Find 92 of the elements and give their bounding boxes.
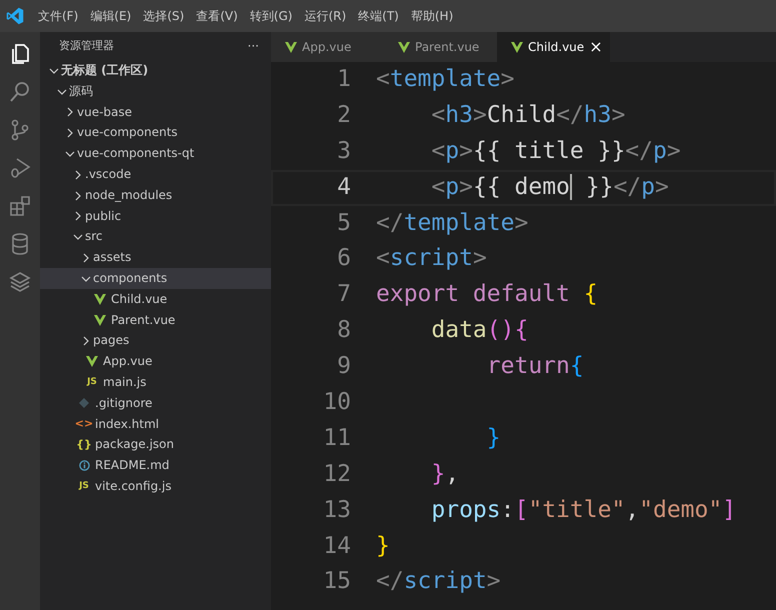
chevron-icon xyxy=(81,274,91,284)
menu-item[interactable]: 终端(T) xyxy=(352,7,405,25)
menu-item[interactable]: 帮助(H) xyxy=(404,7,460,25)
line-number: 14 xyxy=(322,532,351,561)
js-file-icon: JS xyxy=(77,476,91,498)
line-number: 1 xyxy=(336,65,351,94)
tree-item[interactable]: vue-components-qt xyxy=(40,143,271,164)
vue-file-icon xyxy=(93,294,107,305)
tree-item[interactable]: pages xyxy=(40,330,271,352)
code-line: <h3>Child</h3> xyxy=(430,100,626,130)
line-number: 3 xyxy=(336,136,351,166)
chevron-icon xyxy=(57,86,67,97)
tree-item[interactable]: node_modules xyxy=(40,184,271,206)
code-line: } xyxy=(375,532,390,561)
menu-item[interactable]: 选择(S) xyxy=(137,7,190,25)
more-actions-button[interactable]: ··· xyxy=(248,37,259,55)
code-line: </script> xyxy=(375,567,501,596)
js-file-icon: JS xyxy=(85,372,99,394)
vue-logo-icon xyxy=(511,42,523,52)
chevron-icon xyxy=(65,128,75,138)
close-icon[interactable]: × xyxy=(589,35,603,59)
vue-logo-icon xyxy=(285,42,297,52)
tree-item[interactable]: .vscode xyxy=(40,164,271,185)
menu-item[interactable]: 运行(R) xyxy=(298,7,352,25)
code-line: return{ xyxy=(486,352,584,382)
vue-logo-icon xyxy=(398,42,410,52)
menu-item[interactable]: 转到(G) xyxy=(244,7,298,25)
chevron-icon xyxy=(49,66,59,76)
tree-item[interactable]: components xyxy=(40,268,271,289)
code-line: } xyxy=(486,424,501,453)
chevron-icon xyxy=(81,336,91,346)
line-number: 9 xyxy=(336,352,351,382)
tree-item[interactable]: vue-base xyxy=(40,102,271,122)
tree-item[interactable]: {} package.json xyxy=(40,434,271,456)
code-line: data(){ xyxy=(430,316,528,346)
line-number: 7 xyxy=(336,280,351,310)
code-line: <template> xyxy=(375,65,514,94)
tree-item[interactable]: 源码 xyxy=(40,80,271,102)
tree-item[interactable]: JS main.js xyxy=(40,372,271,393)
chevron-icon xyxy=(73,190,83,200)
vue-file-icon xyxy=(85,356,99,368)
chevron-icon xyxy=(81,252,91,263)
search-icon[interactable] xyxy=(8,80,32,104)
line-number: 5 xyxy=(336,208,351,238)
chevron-icon xyxy=(65,107,75,118)
tree-item[interactable]: public xyxy=(40,206,271,226)
chevron-icon xyxy=(73,232,83,242)
chevron-icon xyxy=(73,211,83,222)
extensions-icon[interactable] xyxy=(8,194,32,218)
line-number: 4 xyxy=(336,172,351,202)
line-number: 11 xyxy=(322,424,351,453)
editor-tab[interactable]: Parent.vue xyxy=(384,32,497,62)
code-line: <p>{{ demo }}</p> xyxy=(430,172,669,202)
layers-icon[interactable] xyxy=(8,270,32,294)
tree-item[interactable]: App.vue xyxy=(40,351,271,372)
code-line: </template> xyxy=(375,208,528,238)
info-file-icon xyxy=(77,460,91,472)
chevron-icon xyxy=(73,170,83,180)
chevron-icon xyxy=(65,148,75,159)
git-file-icon xyxy=(77,398,91,408)
tree-item[interactable]: JS vite.config.js xyxy=(40,476,271,497)
menu-item[interactable]: 文件(F) xyxy=(32,7,84,25)
tree-item[interactable]: <>index.html xyxy=(40,414,271,434)
panel-title: 资源管理器 xyxy=(59,38,114,54)
line-number: 8 xyxy=(336,316,351,346)
tree-item[interactable]: src xyxy=(40,226,271,248)
code-line: }, xyxy=(430,460,460,489)
html-file-icon: <> xyxy=(77,414,91,435)
line-number: 13 xyxy=(322,496,351,525)
code-line: props:["title","demo"] xyxy=(430,496,736,525)
editor-tab[interactable]: App.vue xyxy=(271,32,384,62)
run-debug-icon[interactable] xyxy=(8,156,32,180)
tree-item[interactable]: Child.vue xyxy=(40,288,271,310)
line-number: 15 xyxy=(322,567,351,596)
line-number: 12 xyxy=(322,460,351,489)
tree-item[interactable]: 无标题 (工作区) xyxy=(40,60,271,81)
tree-item[interactable]: README.md xyxy=(40,455,271,476)
tree-item[interactable]: Parent.vue xyxy=(40,310,271,330)
tree-item[interactable]: vue-components xyxy=(40,122,271,144)
editor-tab[interactable]: Child.vue × xyxy=(497,32,610,62)
code-line: <script> xyxy=(375,244,487,274)
menu-item[interactable]: 查看(V) xyxy=(190,7,244,25)
tree-item[interactable]: assets xyxy=(40,247,271,268)
json-file-icon: {} xyxy=(77,434,91,456)
vue-file-icon xyxy=(93,314,107,326)
code-line: export default { xyxy=(375,280,598,310)
line-number: 6 xyxy=(336,244,351,274)
line-number: 10 xyxy=(322,388,351,418)
line-number: 2 xyxy=(336,100,351,130)
menu-item[interactable]: 编辑(E) xyxy=(84,7,138,25)
code-line: <p>{{ title }}</p> xyxy=(430,136,681,166)
tree-item[interactable]: .gitignore xyxy=(40,392,271,414)
